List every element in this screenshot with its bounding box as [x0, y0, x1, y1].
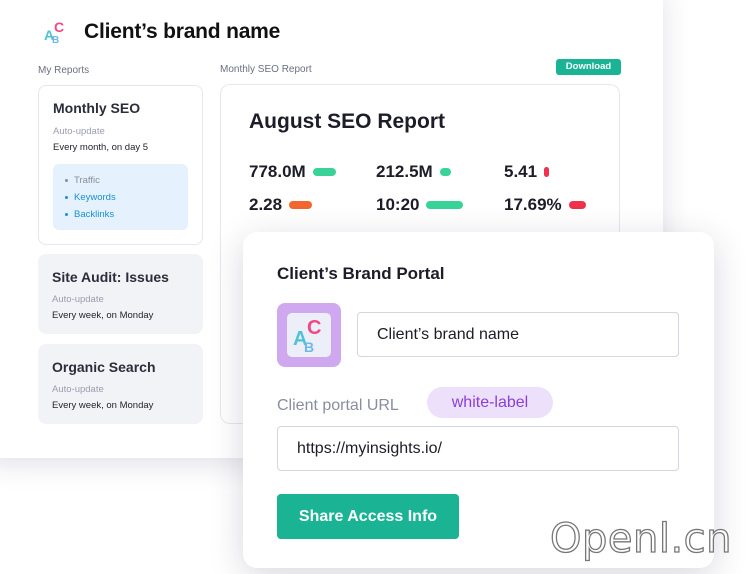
download-button[interactable]: Download — [556, 59, 621, 75]
metric: 17.69% — [504, 195, 586, 215]
list-item[interactable]: Keywords — [65, 189, 188, 206]
report-title: August SEO Report — [249, 110, 446, 133]
portal-title: Client’s Brand Portal — [277, 264, 445, 283]
metric-value: 17.69% — [504, 195, 562, 214]
portal-url-input[interactable]: https://myinsights.io/ — [277, 426, 679, 471]
list-item[interactable]: Backlinks — [65, 206, 188, 223]
my-reports-label: My Reports — [38, 65, 90, 76]
bullet-icon — [65, 179, 68, 182]
report-item-title: Site Audit: Issues — [52, 269, 169, 285]
metric-bar — [544, 167, 550, 177]
report-item-title: Monthly SEO — [53, 100, 141, 116]
logo-upload[interactable]: A C B — [277, 303, 341, 367]
metric-bar — [426, 201, 464, 209]
report-item-frequency: Every week, on Monday — [52, 400, 154, 411]
report-item-monthly-seo[interactable]: Monthly SEO Auto-update Every month, on … — [38, 85, 203, 245]
brand-header: A C B Client’s brand name — [42, 18, 280, 46]
report-sections-list: Traffic Keywords Backlinks — [53, 164, 188, 230]
svg-text:B: B — [304, 339, 314, 355]
report-section-label: Monthly SEO Report — [220, 64, 312, 75]
metric-bar — [312, 168, 336, 176]
report-item-frequency: Every month, on day 5 — [53, 142, 149, 153]
metric: 212.5M — [376, 162, 451, 182]
portal-url-label: Client portal URL — [277, 397, 399, 414]
bullet-icon — [65, 196, 68, 199]
metric: 2.28 — [249, 195, 313, 215]
bullet-icon — [65, 213, 68, 216]
metric: 5.41 — [504, 162, 550, 182]
metric-bar — [568, 201, 586, 209]
report-item-subtitle: Auto-update — [52, 294, 104, 305]
abc-logo-icon: A C B — [287, 313, 331, 357]
metric-bar — [289, 201, 313, 209]
svg-text:B: B — [52, 35, 59, 46]
report-item-subtitle: Auto-update — [52, 384, 104, 395]
svg-text:C: C — [54, 19, 64, 35]
list-item[interactable]: Traffic — [65, 172, 188, 189]
svg-text:C: C — [307, 317, 321, 339]
brand-title: Client’s brand name — [84, 20, 281, 43]
white-label-badge: white-label — [427, 387, 553, 418]
report-item-subtitle: Auto-update — [53, 126, 105, 137]
metric: 10:20 — [376, 195, 464, 215]
metric-value: 5.41 — [504, 162, 538, 181]
metric-value: 2.28 — [249, 195, 283, 214]
report-item-site-audit[interactable]: Site Audit: Issues Auto-update Every wee… — [38, 254, 203, 334]
report-item-title: Organic Search — [52, 359, 156, 375]
metric-value: 212.5M — [376, 162, 433, 181]
report-item-organic-search[interactable]: Organic Search Auto-update Every week, o… — [38, 344, 203, 424]
brand-name-input[interactable]: Client’s brand name — [357, 312, 679, 357]
metric-bar — [439, 168, 451, 176]
metric: 778.0M — [249, 162, 336, 182]
metric-value: 10:20 — [376, 195, 420, 214]
metric-value: 778.0M — [249, 162, 306, 181]
share-access-button[interactable]: Share Access Info — [277, 494, 459, 539]
abc-logo-icon: A C B — [42, 18, 70, 46]
report-item-frequency: Every week, on Monday — [52, 310, 154, 321]
watermark: Openl.cn — [549, 515, 733, 562]
